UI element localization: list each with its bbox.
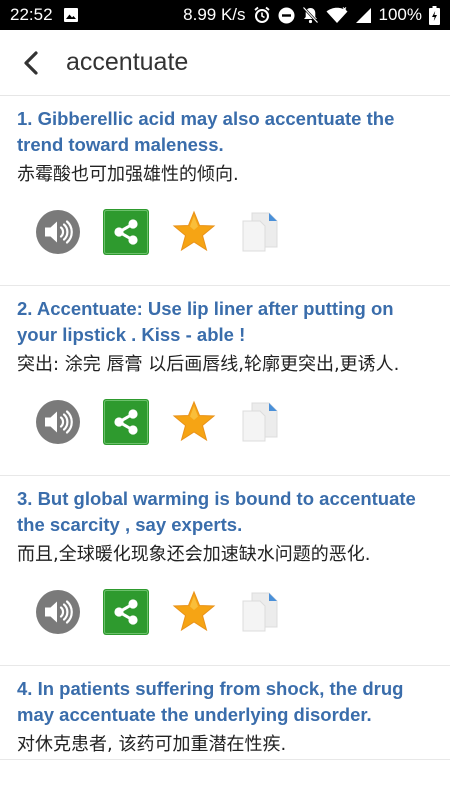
signal-icon: [355, 7, 372, 24]
favorite-button[interactable]: [170, 398, 218, 446]
notifications-off-icon: [302, 6, 319, 24]
copy-icon: [242, 592, 278, 632]
wifi-icon: [326, 6, 348, 24]
copy-button[interactable]: [238, 588, 286, 636]
copy-button[interactable]: [238, 398, 286, 446]
example-sentence: 3. But global warming is bound to accent…: [17, 488, 416, 535]
do-not-disturb-icon: [278, 7, 295, 24]
share-icon: [103, 399, 149, 445]
copy-button[interactable]: [238, 208, 286, 256]
translation: 对休克患者, 该药可加重潜在性疾.: [17, 734, 287, 755]
share-icon: [103, 209, 149, 255]
list-item: 4. In patients suffering from shock, the…: [0, 666, 450, 760]
example-sentence: 1. Gibberellic acid may also accentuate …: [17, 108, 395, 155]
star-icon: [172, 210, 216, 252]
copy-icon: [242, 402, 278, 442]
translation: 赤霉酸也可加强雄性的倾向.: [17, 164, 239, 185]
share-button[interactable]: [102, 208, 150, 256]
network-speed: 8.99 K/s: [183, 5, 246, 24]
status-bar: 22:52 8.99 K/s 100%: [0, 0, 450, 30]
back-button[interactable]: [0, 30, 62, 96]
share-button[interactable]: [102, 398, 150, 446]
sentence-list: 1. Gibberellic acid may also accentuate …: [0, 96, 450, 760]
example-sentence: 2. Accentuate: Use lip liner after putti…: [17, 298, 394, 345]
example-sentence: 4. In patients suffering from shock, the…: [17, 678, 404, 725]
speaker-button[interactable]: [34, 208, 82, 256]
star-icon: [172, 400, 216, 442]
alarm-icon: [253, 6, 271, 24]
copy-icon: [242, 212, 278, 252]
favorite-button[interactable]: [170, 208, 218, 256]
action-row: [17, 387, 436, 457]
action-row: [17, 577, 436, 647]
speaker-button[interactable]: [34, 398, 82, 446]
translation: 突出: 涂完 唇膏 以后画唇线,轮廓更突出,更诱人.: [17, 354, 400, 375]
app-bar: accentuate: [0, 30, 450, 96]
share-button[interactable]: [102, 588, 150, 636]
translation: 而且,全球暖化现象还会加速缺水问题的恶化.: [17, 544, 371, 565]
speaker-icon: [36, 400, 80, 444]
image-icon: [63, 7, 79, 23]
battery-percent: 100%: [378, 5, 422, 24]
status-time: 22:52: [10, 5, 53, 24]
speaker-icon: [36, 590, 80, 634]
page-title: accentuate: [66, 48, 189, 76]
chevron-left-icon: [24, 50, 38, 75]
list-item: 3. But global warming is bound to accent…: [0, 476, 450, 666]
list-item: 2. Accentuate: Use lip liner after putti…: [0, 286, 450, 476]
list-item: 1. Gibberellic acid may also accentuate …: [0, 96, 450, 286]
star-icon: [172, 590, 216, 632]
favorite-button[interactable]: [170, 588, 218, 636]
battery-icon: [429, 5, 440, 25]
speaker-icon: [36, 210, 80, 254]
share-icon: [103, 589, 149, 635]
speaker-button[interactable]: [34, 588, 82, 636]
action-row: [17, 197, 436, 267]
